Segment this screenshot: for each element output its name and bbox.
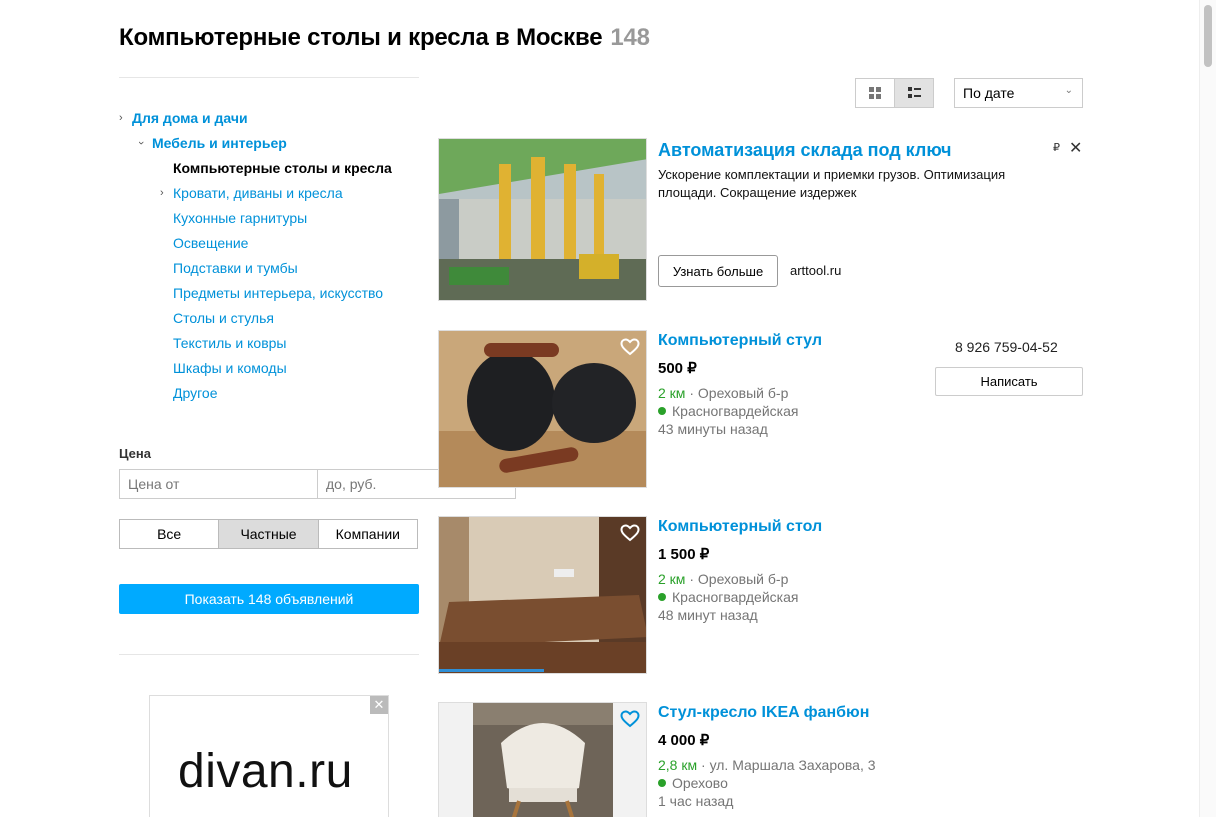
listing-price: 4 000 ₽	[658, 732, 710, 749]
listing-address: Ореховый б-р	[697, 385, 789, 401]
metro-icon	[658, 593, 666, 601]
scrollbar-thumb[interactable]	[1204, 5, 1212, 67]
category-root[interactable]: › Для дома и дачи	[119, 108, 248, 128]
page-title: Компьютерные столы и кресла в Москве 148	[119, 24, 650, 52]
warehouse-photo	[439, 139, 646, 300]
chevron-down-icon: ⌄	[1064, 85, 1073, 96]
seller-company-option[interactable]: Компании	[317, 520, 417, 548]
ad-badge: ₽	[1053, 142, 1060, 154]
ad-title[interactable]: Автоматизация склада под ключ	[658, 140, 951, 161]
divider	[119, 77, 419, 78]
write-message-button[interactable]: Написать	[935, 367, 1083, 396]
grid-view-button[interactable]	[856, 79, 894, 107]
favorite-heart-icon[interactable]	[620, 337, 640, 357]
list-icon	[907, 87, 921, 98]
side-banner-ad[interactable]: divan.ru ✕	[149, 695, 389, 817]
results-count: 148	[610, 24, 650, 51]
seller-phone[interactable]: 8 926 759-04-52	[955, 339, 1058, 355]
listing-location: 2 км · Ореховый б-р	[658, 571, 789, 587]
price-label: Цена	[119, 446, 151, 461]
listing-distance: 2 км	[658, 571, 686, 587]
category-item-link[interactable]: Другое	[173, 383, 217, 403]
metro-station: Красногвардейская	[672, 403, 799, 419]
listing-image[interactable]	[438, 330, 647, 488]
listing-price: 500 ₽	[658, 360, 697, 377]
listing-title[interactable]: Компьютерный стол	[658, 518, 822, 536]
category-item-link[interactable]: Текстиль и ковры	[173, 333, 286, 353]
metro-station: Орехово	[672, 775, 728, 791]
category-current: Компьютерные столы и кресла	[173, 160, 392, 176]
favorite-heart-icon[interactable]	[620, 523, 640, 543]
listing-price: 1 500 ₽	[658, 546, 710, 563]
desk-photo	[439, 517, 646, 673]
divan-logo: divan.ru	[178, 745, 353, 798]
divider	[119, 654, 419, 655]
listing-time: 43 минуты назад	[658, 421, 768, 437]
chevron-right-icon: ›	[160, 187, 164, 199]
category-parent[interactable]: › Мебель и интерьер	[135, 133, 287, 153]
sort-value: По дате	[963, 85, 1015, 101]
category-root-link[interactable]: Для дома и дачи	[132, 110, 248, 126]
category-parent-link[interactable]: Мебель и интерьер	[152, 135, 287, 151]
listing-image[interactable]	[438, 516, 647, 674]
category-item-link[interactable]: Столы и стулья	[173, 308, 274, 328]
favorite-heart-icon[interactable]	[620, 709, 640, 729]
listing-location: 2,8 км · ул. Маршала Захарова, 3	[658, 757, 876, 773]
ad-image[interactable]	[438, 138, 647, 301]
listing-title[interactable]: Стул-кресло IKEA фанбюн	[658, 704, 869, 722]
listing-address: Ореховый б-р	[697, 571, 789, 587]
chevron-down-icon: ›	[134, 141, 147, 145]
price-range	[119, 469, 516, 499]
listing-time: 48 минут назад	[658, 607, 758, 623]
chevron-right-icon: ›	[119, 112, 123, 124]
listing-metro: Красногвардейская	[658, 589, 798, 605]
view-mode-toggle	[855, 78, 934, 108]
category-item[interactable]: › Кровати, диваны и кресла	[160, 183, 343, 203]
listing-metro: Красногвардейская	[658, 403, 798, 419]
listing-image[interactable]	[438, 702, 647, 817]
metro-station: Красногвардейская	[672, 589, 799, 605]
chair-photo	[439, 331, 646, 487]
ad-description: Ускорение комплектации и приемки грузов.…	[658, 167, 1006, 200]
ad-domain[interactable]: arttool.ru	[790, 263, 841, 278]
price-from-input[interactable]	[119, 469, 318, 499]
listing-time: 1 час назад	[658, 793, 734, 809]
listing-distance: 2,8 км	[658, 757, 698, 773]
grid-icon	[869, 87, 881, 99]
close-icon[interactable]: ✕	[1069, 138, 1082, 158]
list-view-button[interactable]	[894, 79, 933, 107]
metro-icon	[658, 779, 666, 787]
seller-type-switch: Все Частные Компании	[119, 519, 418, 549]
category-item-link[interactable]: Кухонные гарнитуры	[173, 208, 307, 228]
show-results-button[interactable]: Показать 148 объявлений	[119, 584, 419, 614]
close-icon[interactable]: ✕	[370, 696, 388, 714]
page-scrollbar[interactable]	[1199, 0, 1216, 817]
seller-all-option[interactable]: Все	[120, 520, 218, 548]
metro-icon	[658, 407, 666, 415]
seller-private-option[interactable]: Частные	[218, 520, 318, 548]
ad-learn-more-button[interactable]: Узнать больше	[658, 255, 778, 287]
category-item-link[interactable]: Освещение	[173, 233, 248, 253]
listing-title[interactable]: Компьютерный стул	[658, 332, 822, 350]
category-item-link[interactable]: Шкафы и комоды	[173, 358, 287, 378]
category-item-link[interactable]: Подставки и тумбы	[173, 258, 298, 278]
category-item-link[interactable]: Предметы интерьера, искусство	[173, 283, 383, 303]
armchair-photo	[439, 703, 646, 817]
listing-metro: Орехово	[658, 775, 728, 791]
listing-address: ул. Маршала Захарова, 3	[709, 757, 876, 773]
sort-select[interactable]: По дате ⌄	[954, 78, 1083, 108]
category-item-link[interactable]: Кровати, диваны и кресла	[173, 185, 343, 201]
listing-location: 2 км · Ореховый б-р	[658, 385, 789, 401]
page-title-text: Компьютерные столы и кресла в Москве	[119, 24, 603, 51]
listing-distance: 2 км	[658, 385, 686, 401]
